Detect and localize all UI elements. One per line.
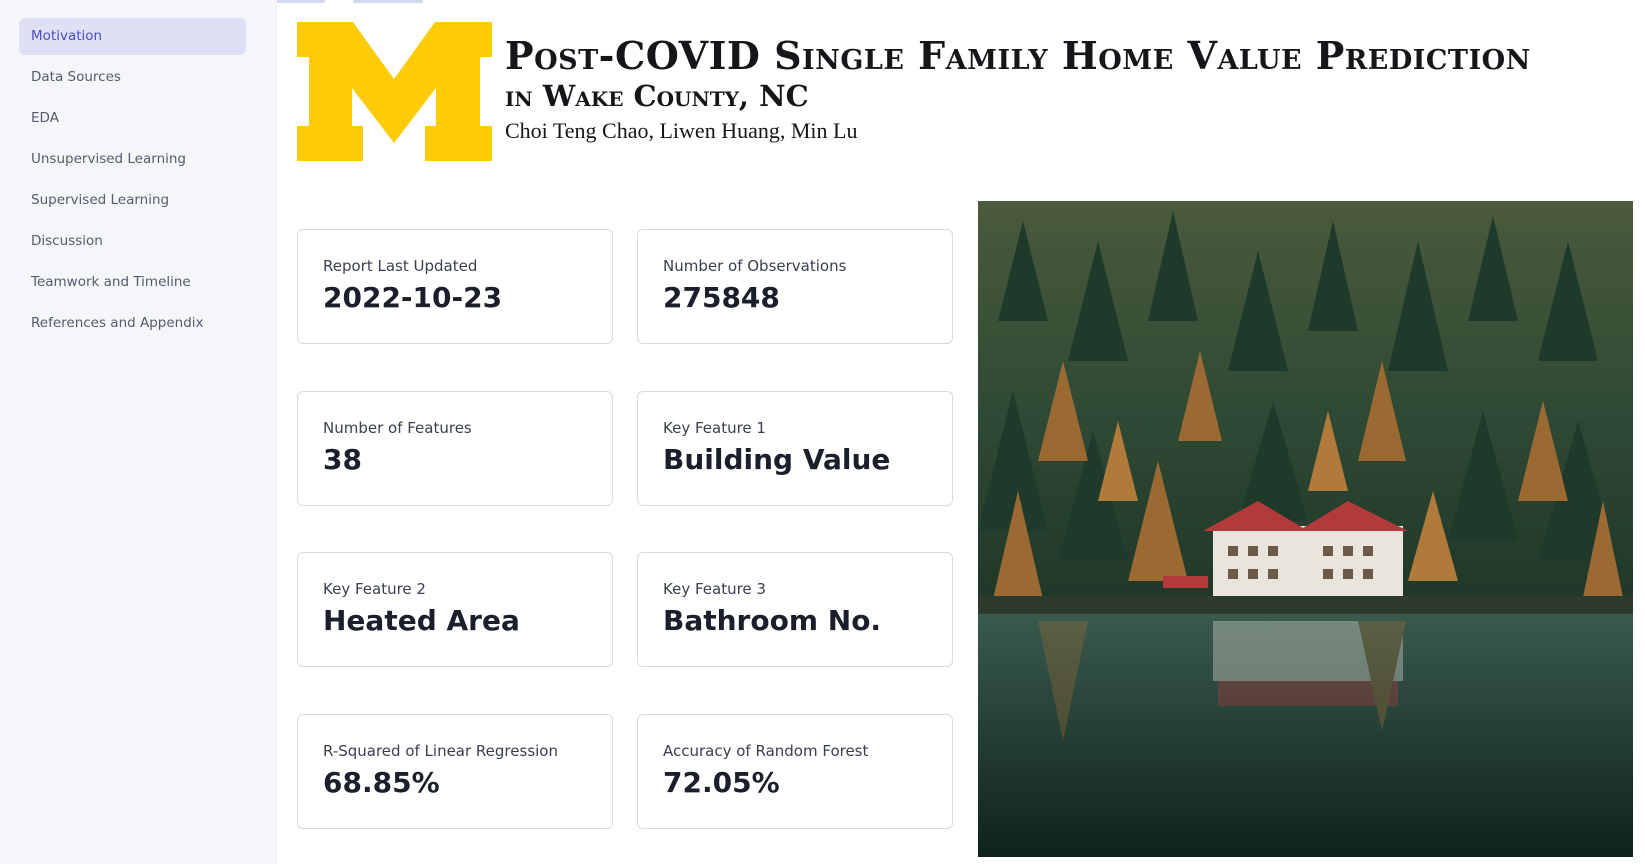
sidebar-item-discussion[interactable]: Discussion: [19, 223, 246, 260]
metric-label: Report Last Updated: [323, 257, 478, 275]
sidebar-item-unsupervised-learning[interactable]: Unsupervised Learning: [19, 141, 246, 178]
metric-value: 68.85%: [323, 766, 440, 799]
metric-label: Accuracy of Random Forest: [663, 742, 869, 760]
metric-label: R-Squared of Linear Regression: [323, 742, 558, 760]
authors-line: Choi Teng Chao, Liwen Huang, Min Lu: [505, 118, 858, 143]
top-tab-indicator: [353, 0, 423, 3]
metric-value: Bathroom No.: [663, 604, 882, 637]
lake-house-photo: [978, 201, 1633, 857]
sidebar-item-teamwork-and-timeline[interactable]: Teamwork and Timeline: [19, 264, 246, 301]
metric-value: Heated Area: [323, 604, 520, 637]
report-header: Post-COVID Single Family Home Value Pred…: [505, 34, 1625, 146]
metric-card-key-feature-2: Key Feature 2 Heated Area: [297, 552, 613, 667]
metric-value: 2022-10-23: [323, 281, 503, 314]
page-title: Post-COVID Single Family Home Value Pred…: [505, 33, 1531, 78]
sidebar-item-eda[interactable]: EDA: [19, 100, 246, 137]
metric-label: Key Feature 1: [663, 419, 766, 437]
metric-value: 72.05%: [663, 766, 780, 799]
metric-label: Key Feature 3: [663, 580, 766, 598]
metric-label: Number of Features: [323, 419, 472, 437]
metric-label: Number of Observations: [663, 257, 847, 275]
metric-card-number-of-observations: Number of Observations 275848: [637, 229, 953, 344]
sidebar-item-references-and-appendix[interactable]: References and Appendix: [19, 305, 246, 342]
page-subtitle: in Wake County, NC: [505, 79, 809, 113]
metric-value: 275848: [663, 281, 780, 314]
metric-card-r-squared-linear-regression: R-Squared of Linear Regression 68.85%: [297, 714, 613, 829]
sidebar-item-data-sources[interactable]: Data Sources: [19, 59, 246, 96]
sidebar-nav: Motivation Data Sources EDA Unsupervised…: [0, 0, 277, 864]
metric-value: Building Value: [663, 443, 891, 476]
metric-label: Key Feature 2: [323, 580, 426, 598]
metric-card-report-last-updated: Report Last Updated 2022-10-23: [297, 229, 613, 344]
sidebar-item-motivation[interactable]: Motivation: [19, 18, 246, 55]
metric-card-key-feature-3: Key Feature 3 Bathroom No.: [637, 552, 953, 667]
metric-card-random-forest-accuracy: Accuracy of Random Forest 72.05%: [637, 714, 953, 829]
metric-card-number-of-features: Number of Features 38: [297, 391, 613, 506]
university-block-m-logo: [297, 22, 492, 161]
metric-card-key-feature-1: Key Feature 1 Building Value: [637, 391, 953, 506]
sidebar-item-supervised-learning[interactable]: Supervised Learning: [19, 182, 246, 219]
metric-value: 38: [323, 443, 362, 476]
